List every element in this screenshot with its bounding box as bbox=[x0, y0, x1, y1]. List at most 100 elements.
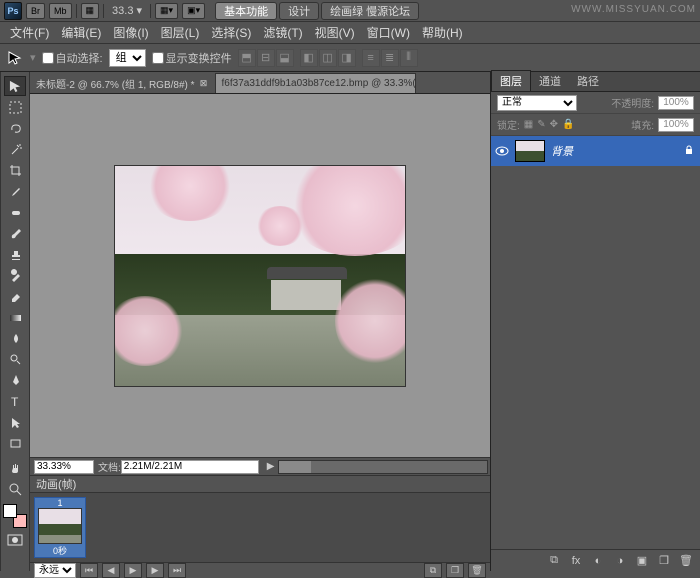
shape-tool[interactable] bbox=[4, 433, 26, 453]
dist-2-icon[interactable]: ≣ bbox=[381, 49, 399, 67]
panels-dock: 图层 通道 路径 正常 不透明度: 锁定: ▦ ✎ ✥ 🔒 填充: bbox=[490, 72, 700, 571]
auto-select-type[interactable]: 组 bbox=[109, 49, 146, 67]
move-tool[interactable] bbox=[4, 76, 26, 96]
delete-layer-icon[interactable]: 🗑 bbox=[678, 553, 694, 569]
dist-1-icon[interactable]: ≡ bbox=[362, 49, 380, 67]
fill-input[interactable] bbox=[658, 118, 694, 132]
align-left-icon[interactable]: ◧ bbox=[300, 49, 318, 67]
canvas-area[interactable] bbox=[30, 94, 490, 457]
visibility-icon[interactable] bbox=[495, 144, 509, 158]
animation-frame-1[interactable]: 1 0秒 bbox=[34, 497, 86, 558]
align-vcenter-icon[interactable]: ⊟ bbox=[257, 49, 275, 67]
stamp-tool[interactable] bbox=[4, 244, 26, 264]
dodge-tool[interactable] bbox=[4, 349, 26, 369]
heal-tool[interactable] bbox=[4, 202, 26, 222]
menu-layer[interactable]: 图层(L) bbox=[155, 24, 206, 41]
menu-edit[interactable]: 编辑(E) bbox=[55, 24, 107, 41]
chevron-right-icon[interactable]: ▶ bbox=[263, 461, 279, 472]
zoom-level[interactable]: 33.3 ▾ bbox=[108, 4, 146, 17]
lock-position-icon[interactable]: ✥ bbox=[550, 119, 558, 130]
zoom-tool[interactable] bbox=[4, 479, 26, 499]
layer-name[interactable]: 背景 bbox=[551, 143, 678, 159]
blur-tool[interactable] bbox=[4, 328, 26, 348]
options-bar: ▾ 自动选择: 组 显示变换控件 ⬒ ⊟ ⬓ ◧ ◫ ◨ ≡ ≣ ⦀ bbox=[0, 44, 700, 72]
link-layers-icon[interactable]: ⧉ bbox=[546, 553, 562, 569]
path-select-tool[interactable] bbox=[4, 412, 26, 432]
quick-mask-button[interactable] bbox=[4, 532, 26, 548]
color-swatches[interactable] bbox=[3, 504, 27, 528]
brush-tool[interactable] bbox=[4, 223, 26, 243]
pen-tool[interactable] bbox=[4, 370, 26, 390]
workspace-design[interactable]: 设计 bbox=[279, 2, 319, 20]
animation-title: 动画(帧) bbox=[36, 476, 76, 492]
new-group-icon[interactable]: ▣ bbox=[634, 553, 650, 569]
doc-size-label: 文档: bbox=[98, 459, 121, 474]
zoom-input[interactable] bbox=[34, 460, 94, 474]
doc-tab-2[interactable]: f6f37a31ddf9b1a03b87ce12.bmp @ 33.3%(RGB… bbox=[216, 73, 416, 93]
menu-view[interactable]: 视图(V) bbox=[309, 24, 361, 41]
align-top-icon[interactable]: ⬒ bbox=[238, 49, 256, 67]
adjustment-layer-icon[interactable]: ◑ bbox=[612, 553, 628, 569]
menu-filter[interactable]: 滤镜(T) bbox=[257, 24, 308, 41]
tab-channels[interactable]: 通道 bbox=[531, 71, 569, 91]
opacity-input[interactable] bbox=[658, 96, 694, 110]
menu-image[interactable]: 图像(I) bbox=[107, 24, 154, 41]
close-icon[interactable]: ⊠ bbox=[199, 78, 209, 88]
toolbox: T bbox=[0, 72, 30, 571]
wand-tool[interactable] bbox=[4, 139, 26, 159]
marquee-tool[interactable] bbox=[4, 97, 26, 117]
lasso-tool[interactable] bbox=[4, 118, 26, 138]
align-hcenter-icon[interactable]: ◫ bbox=[319, 49, 337, 67]
menu-help[interactable]: 帮助(H) bbox=[416, 24, 469, 41]
lock-transparent-icon[interactable]: ▦ bbox=[524, 119, 533, 130]
lock-icon bbox=[684, 145, 696, 157]
status-bar: 文档: ▶ bbox=[30, 457, 490, 475]
auto-select-checkbox[interactable]: 自动选择: bbox=[42, 50, 103, 66]
eyedropper-tool[interactable] bbox=[4, 181, 26, 201]
document-tabs: 未标题-2 @ 66.7% (组 1, RGB/8#) *⊠ f6f37a31d… bbox=[30, 72, 490, 94]
align-bottom-icon[interactable]: ⬓ bbox=[276, 49, 294, 67]
lock-label: 锁定: bbox=[497, 117, 520, 132]
menu-file[interactable]: 文件(F) bbox=[4, 24, 55, 41]
layer-background[interactable]: 背景 bbox=[491, 136, 700, 166]
menu-bar: 文件(F) 编辑(E) 图像(I) 图层(L) 选择(S) 滤镜(T) 视图(V… bbox=[0, 22, 700, 44]
view-extras-button[interactable]: ▦ bbox=[81, 3, 100, 19]
menu-select[interactable]: 选择(S) bbox=[205, 24, 257, 41]
screen-mode-button[interactable]: ▣▾ bbox=[182, 3, 205, 19]
workspace-custom[interactable]: 绘画绿 慢源论坛 bbox=[321, 2, 419, 20]
new-layer-icon[interactable]: ❐ bbox=[656, 553, 672, 569]
ps-logo: Ps bbox=[4, 2, 22, 20]
eraser-tool[interactable] bbox=[4, 286, 26, 306]
doc-tab-1[interactable]: 未标题-2 @ 66.7% (组 1, RGB/8#) *⊠ bbox=[30, 73, 216, 93]
lock-all-icon[interactable]: 🔒 bbox=[562, 119, 574, 130]
layer-fx-icon[interactable]: fx bbox=[568, 553, 584, 569]
align-right-icon[interactable]: ◨ bbox=[338, 49, 356, 67]
h-scrollbar[interactable] bbox=[278, 460, 488, 474]
lock-pixels-icon[interactable]: ✎ bbox=[537, 119, 545, 130]
workspace-essentials[interactable]: 基本功能 bbox=[215, 2, 277, 20]
align-h-buttons: ◧ ◫ ◨ bbox=[300, 49, 356, 67]
doc-size bbox=[121, 460, 259, 474]
tab-paths[interactable]: 路径 bbox=[569, 71, 607, 91]
hand-tool[interactable] bbox=[4, 458, 26, 478]
layer-mask-icon[interactable]: ◐ bbox=[590, 553, 606, 569]
history-brush-tool[interactable] bbox=[4, 265, 26, 285]
tab-layers[interactable]: 图层 bbox=[491, 70, 531, 91]
dist-3-icon[interactable]: ⦀ bbox=[400, 49, 418, 67]
show-transform-checkbox[interactable]: 显示变换控件 bbox=[152, 50, 232, 66]
menu-window[interactable]: 窗口(W) bbox=[361, 24, 416, 41]
minibridge-button[interactable]: Mb bbox=[49, 3, 72, 19]
crop-tool[interactable] bbox=[4, 160, 26, 180]
type-tool[interactable]: T bbox=[4, 391, 26, 411]
title-bar: Ps Br Mb ▦ 33.3 ▾ ▦▾ ▣▾ 基本功能 设计 绘画绿 慢源论坛… bbox=[0, 0, 700, 22]
animation-panel: 动画(帧) 1 0秒 永远 ⏮ ◀ ▶ ▶ ⏭ ⧉ bbox=[30, 475, 490, 571]
layer-thumbnail bbox=[515, 140, 545, 162]
blend-mode-select[interactable]: 正常 bbox=[497, 95, 577, 111]
bridge-button[interactable]: Br bbox=[26, 3, 45, 19]
distribute-buttons: ≡ ≣ ⦀ bbox=[362, 49, 418, 67]
watermark: WWW.MISSYUAN.COM bbox=[571, 4, 696, 15]
canvas-image bbox=[115, 166, 405, 386]
layers-list: 背景 bbox=[491, 136, 700, 549]
arrange-docs-button[interactable]: ▦▾ bbox=[155, 3, 178, 19]
gradient-tool[interactable] bbox=[4, 307, 26, 327]
